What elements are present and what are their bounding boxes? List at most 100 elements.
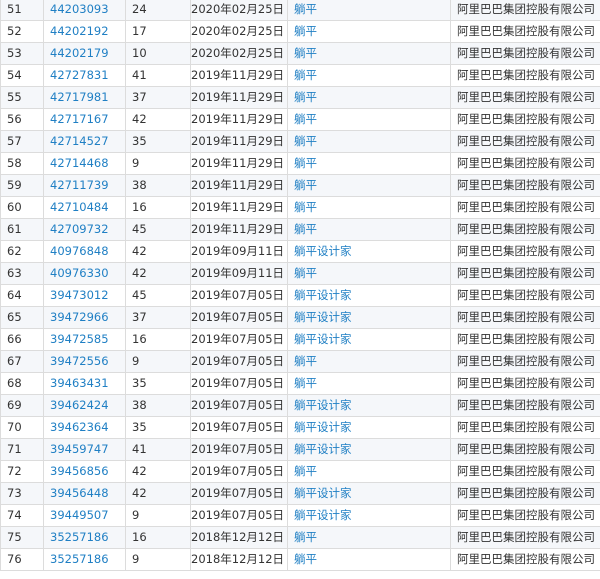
trademark-name-link[interactable]: 躺平设计家 [294, 398, 352, 412]
registration-number-cell: 35257186 [43, 548, 126, 571]
registration-number-link[interactable]: 42711739 [50, 178, 109, 192]
registration-number-link[interactable]: 39462424 [50, 398, 109, 412]
trademark-name-link[interactable]: 躺平 [294, 24, 317, 38]
registration-number-link[interactable]: 39473012 [50, 288, 109, 302]
registration-number-link[interactable]: 39472966 [50, 310, 109, 324]
row-index: 72 [0, 460, 44, 483]
trademark-name-link[interactable]: 躺平 [294, 90, 317, 104]
trademark-name-link[interactable]: 躺平 [294, 464, 317, 478]
registration-number-link[interactable]: 42727831 [50, 68, 109, 82]
owner-cell: 阿里巴巴集团控股有限公司 [450, 350, 600, 373]
class-cell: 42 [125, 108, 191, 131]
registration-number-cell: 42714527 [43, 130, 126, 153]
trademark-name-cell: 躺平设计家 [287, 394, 451, 417]
trademark-name-link[interactable]: 躺平设计家 [294, 508, 352, 522]
table-row: 73 39456448 42 2019年07月05日 躺平设计家 阿里巴巴集团控… [0, 482, 600, 505]
registration-number-cell: 39449507 [43, 504, 126, 527]
table-row: 58 42714468 9 2019年11月29日 躺平 阿里巴巴集团控股有限公… [0, 152, 600, 175]
trademark-name-cell: 躺平设计家 [287, 504, 451, 527]
trademark-name-link[interactable]: 躺平设计家 [294, 486, 352, 500]
trademark-name-link[interactable]: 躺平 [294, 2, 317, 16]
trademark-table: 51 44203093 24 2020年02月25日 躺平 阿里巴巴集团控股有限… [0, 0, 600, 571]
trademark-name-link[interactable]: 躺平 [294, 134, 317, 148]
trademark-name-link[interactable]: 躺平 [294, 156, 317, 170]
registration-number-link[interactable]: 44202179 [50, 46, 109, 60]
trademark-name-link[interactable]: 躺平 [294, 266, 317, 280]
trademark-name-link[interactable]: 躺平设计家 [294, 420, 352, 434]
class-cell: 9 [125, 152, 191, 175]
row-index-text: 66 [7, 332, 22, 346]
registration-number-link[interactable]: 39459747 [50, 442, 109, 456]
date-cell: 2019年07月05日 [190, 306, 288, 329]
trademark-name-link[interactable]: 躺平设计家 [294, 288, 352, 302]
date-cell: 2018年12月12日 [190, 548, 288, 571]
registration-number-link[interactable]: 35257186 [50, 552, 109, 566]
registration-number-link[interactable]: 42714527 [50, 134, 109, 148]
trademark-name-link[interactable]: 躺平 [294, 354, 317, 368]
row-index-text: 56 [7, 112, 22, 126]
registration-number-cell: 42717167 [43, 108, 126, 131]
row-index-text: 51 [7, 2, 22, 16]
table-row: 62 40976848 42 2019年09月11日 躺平设计家 阿里巴巴集团控… [0, 240, 600, 263]
registration-number-link[interactable]: 42717167 [50, 112, 109, 126]
registration-number-link[interactable]: 35257186 [50, 530, 109, 544]
owner-cell: 阿里巴巴集团控股有限公司 [450, 108, 600, 131]
trademark-name-link[interactable]: 躺平 [294, 200, 317, 214]
trademark-name-link[interactable]: 躺平 [294, 530, 317, 544]
registration-number-link[interactable]: 39456448 [50, 486, 109, 500]
registration-number-link[interactable]: 39456856 [50, 464, 109, 478]
registration-number-link[interactable]: 44203093 [50, 2, 109, 16]
class-text: 9 [132, 552, 140, 566]
table-row: 67 39472556 9 2019年07月05日 躺平 阿里巴巴集团控股有限公… [0, 350, 600, 373]
class-text: 10 [132, 46, 147, 60]
trademark-name-link[interactable]: 躺平设计家 [294, 310, 352, 324]
owner-text: 阿里巴巴集团控股有限公司 [457, 200, 595, 214]
class-cell: 9 [125, 504, 191, 527]
trademark-name-cell: 躺平设计家 [287, 438, 451, 461]
owner-cell: 阿里巴巴集团控股有限公司 [450, 526, 600, 549]
registration-number-link[interactable]: 39472556 [50, 354, 109, 368]
registration-number-link[interactable]: 42717981 [50, 90, 109, 104]
date-text: 2018年12月12日 [191, 552, 285, 566]
class-cell: 42 [125, 460, 191, 483]
trademark-name-link[interactable]: 躺平 [294, 178, 317, 192]
trademark-name-link[interactable]: 躺平 [294, 222, 317, 236]
registration-number-link[interactable]: 40976330 [50, 266, 109, 280]
class-text: 24 [132, 2, 147, 16]
trademark-name-link[interactable]: 躺平设计家 [294, 244, 352, 258]
registration-number-link[interactable]: 39462364 [50, 420, 109, 434]
trademark-name-cell: 躺平 [287, 262, 451, 285]
owner-cell: 阿里巴巴集团控股有限公司 [450, 20, 600, 43]
registration-number-link[interactable]: 42710484 [50, 200, 109, 214]
trademark-name-link[interactable]: 躺平 [294, 68, 317, 82]
trademark-name-link[interactable]: 躺平设计家 [294, 332, 352, 346]
registration-number-link[interactable]: 39463431 [50, 376, 109, 390]
trademark-name-link[interactable]: 躺平 [294, 46, 317, 60]
class-text: 42 [132, 266, 147, 280]
owner-cell: 阿里巴巴集团控股有限公司 [450, 416, 600, 439]
date-text: 2019年11月29日 [191, 68, 285, 82]
trademark-name-link[interactable]: 躺平 [294, 112, 317, 126]
owner-text: 阿里巴巴集团控股有限公司 [457, 2, 595, 16]
owner-text: 阿里巴巴集团控股有限公司 [457, 508, 595, 522]
registration-number-link[interactable]: 42709732 [50, 222, 109, 236]
date-cell: 2019年07月05日 [190, 438, 288, 461]
row-index: 70 [0, 416, 44, 439]
registration-number-link[interactable]: 39449507 [50, 508, 109, 522]
trademark-name-link[interactable]: 躺平 [294, 552, 317, 566]
date-text: 2019年11月29日 [191, 90, 285, 104]
trademark-name-link[interactable]: 躺平 [294, 376, 317, 390]
trademark-name-link[interactable]: 躺平设计家 [294, 442, 352, 456]
row-index: 63 [0, 262, 44, 285]
class-cell: 35 [125, 130, 191, 153]
registration-number-link[interactable]: 44202192 [50, 24, 109, 38]
registration-number-link[interactable]: 40976848 [50, 244, 109, 258]
date-text: 2019年07月05日 [191, 442, 285, 456]
row-index-text: 73 [7, 486, 22, 500]
trademark-name-cell: 躺平 [287, 526, 451, 549]
class-text: 17 [132, 24, 147, 38]
registration-number-link[interactable]: 39472585 [50, 332, 109, 346]
table-row: 69 39462424 38 2019年07月05日 躺平设计家 阿里巴巴集团控… [0, 394, 600, 417]
owner-text: 阿里巴巴集团控股有限公司 [457, 24, 595, 38]
registration-number-link[interactable]: 42714468 [50, 156, 109, 170]
